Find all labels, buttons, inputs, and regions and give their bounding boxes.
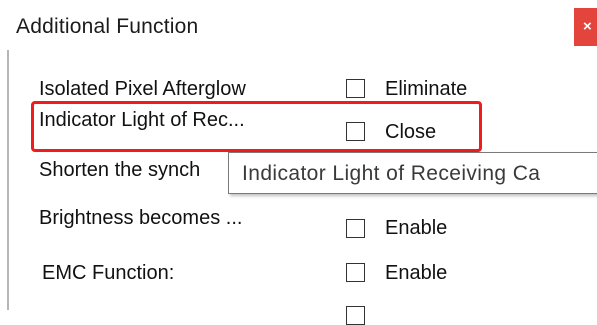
window-title: Additional Function xyxy=(16,15,199,38)
checkbox-eliminate[interactable] xyxy=(346,79,365,98)
checkbox-label-brightness-enable[interactable]: Enable xyxy=(385,217,447,240)
row-label-brightness: Brightness becomes ... xyxy=(39,207,243,229)
checkbox-bottom-enable[interactable] xyxy=(346,306,365,325)
row-label-isolated-pixel-afterglow: Isolated Pixel Afterglow xyxy=(39,78,246,100)
tooltip: Indicator Light of Receiving Ca xyxy=(228,152,597,194)
checkbox-emc-enable[interactable] xyxy=(346,263,365,282)
row-label-emc-function: EMC Function: xyxy=(42,262,175,284)
title-bar: Additional Function × xyxy=(0,0,597,50)
checkbox-label-eliminate[interactable]: Eliminate xyxy=(385,78,467,101)
close-icon: × xyxy=(583,18,592,35)
close-button[interactable]: × xyxy=(574,8,597,46)
checkbox-label-emc-enable[interactable]: Enable xyxy=(385,262,447,285)
checkbox-brightness-enable[interactable] xyxy=(346,219,365,238)
tooltip-text: Indicator Light of Receiving Ca xyxy=(242,162,541,185)
row-label-shorten-sync: Shorten the synch xyxy=(39,159,201,181)
highlight-box xyxy=(31,101,482,152)
